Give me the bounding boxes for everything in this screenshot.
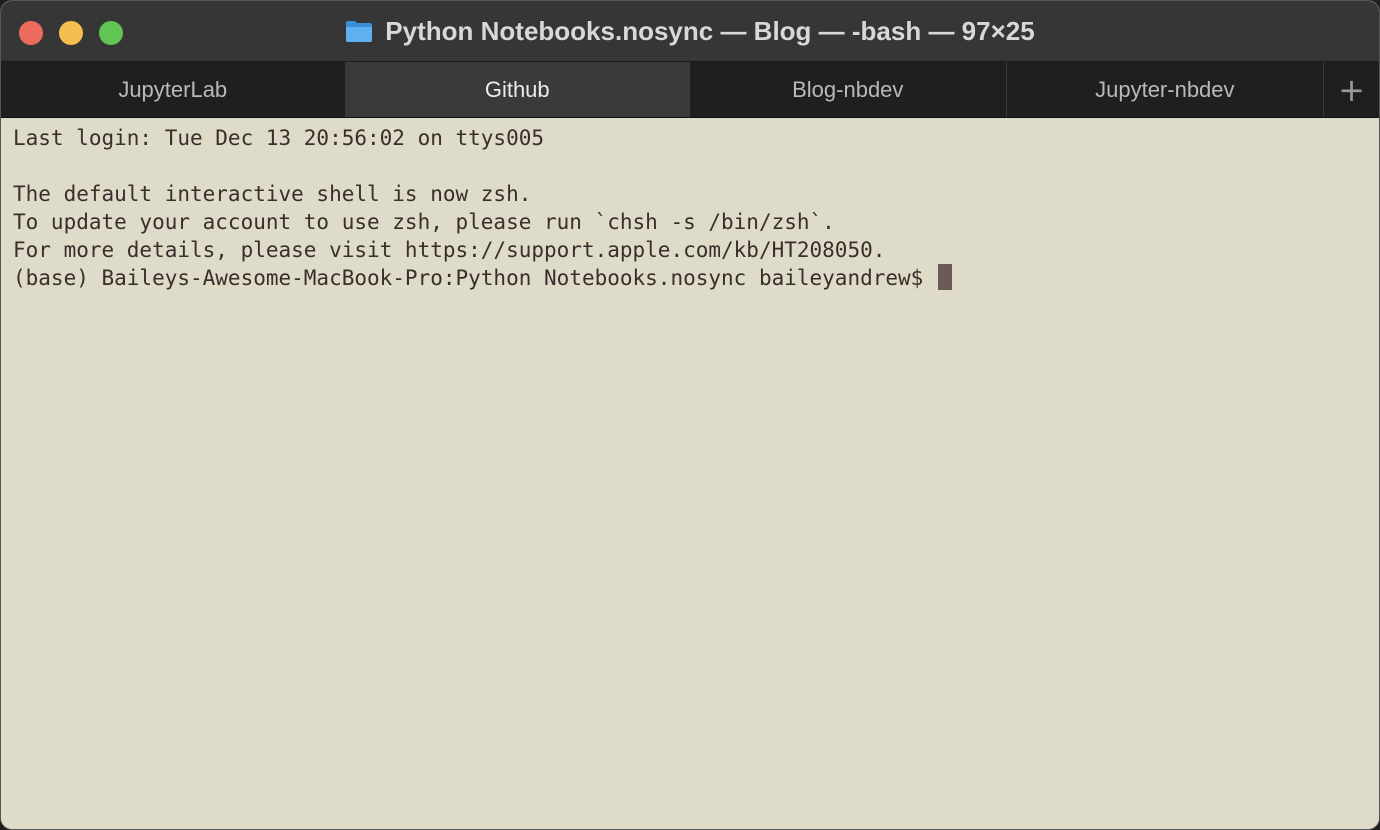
terminal-line: To update your account to use zsh, pleas… [13,210,835,234]
shell-prompt: (base) Baileys-Awesome-MacBook-Pro:Pytho… [13,266,936,290]
tab-blog-nbdev[interactable]: Blog-nbdev [690,62,1007,117]
terminal-line: For more details, please visit https://s… [13,238,886,262]
plus-icon: + [1338,70,1365,109]
title-bar[interactable]: Python Notebooks.nosync — Blog — -bash —… [1,1,1379,62]
text-cursor [937,264,952,290]
terminal-window: Python Notebooks.nosync — Blog — -bash —… [0,0,1380,830]
prompt-line[interactable]: (base) Baileys-Awesome-MacBook-Pro:Pytho… [13,264,1367,292]
new-tab-button[interactable]: + [1324,62,1379,117]
tab-github[interactable]: Github [345,62,690,117]
tab-bar: JupyterLab Github Blog-nbdev Jupyter-nbd… [1,62,1379,118]
terminal-line: The default interactive shell is now zsh… [13,182,532,206]
tab-jupyterlab[interactable]: JupyterLab [1,62,346,117]
window-title: Python Notebooks.nosync — Blog — -bash —… [1,1,1379,61]
folder-icon [346,21,373,42]
window-title-text: Python Notebooks.nosync — Blog — -bash —… [385,15,1035,46]
terminal-output[interactable]: Last login: Tue Dec 13 20:56:02 on ttys0… [1,118,1379,829]
terminal-line: Last login: Tue Dec 13 20:56:02 on ttys0… [13,126,545,150]
tab-jupyter-nbdev[interactable]: Jupyter-nbdev [1007,62,1325,117]
